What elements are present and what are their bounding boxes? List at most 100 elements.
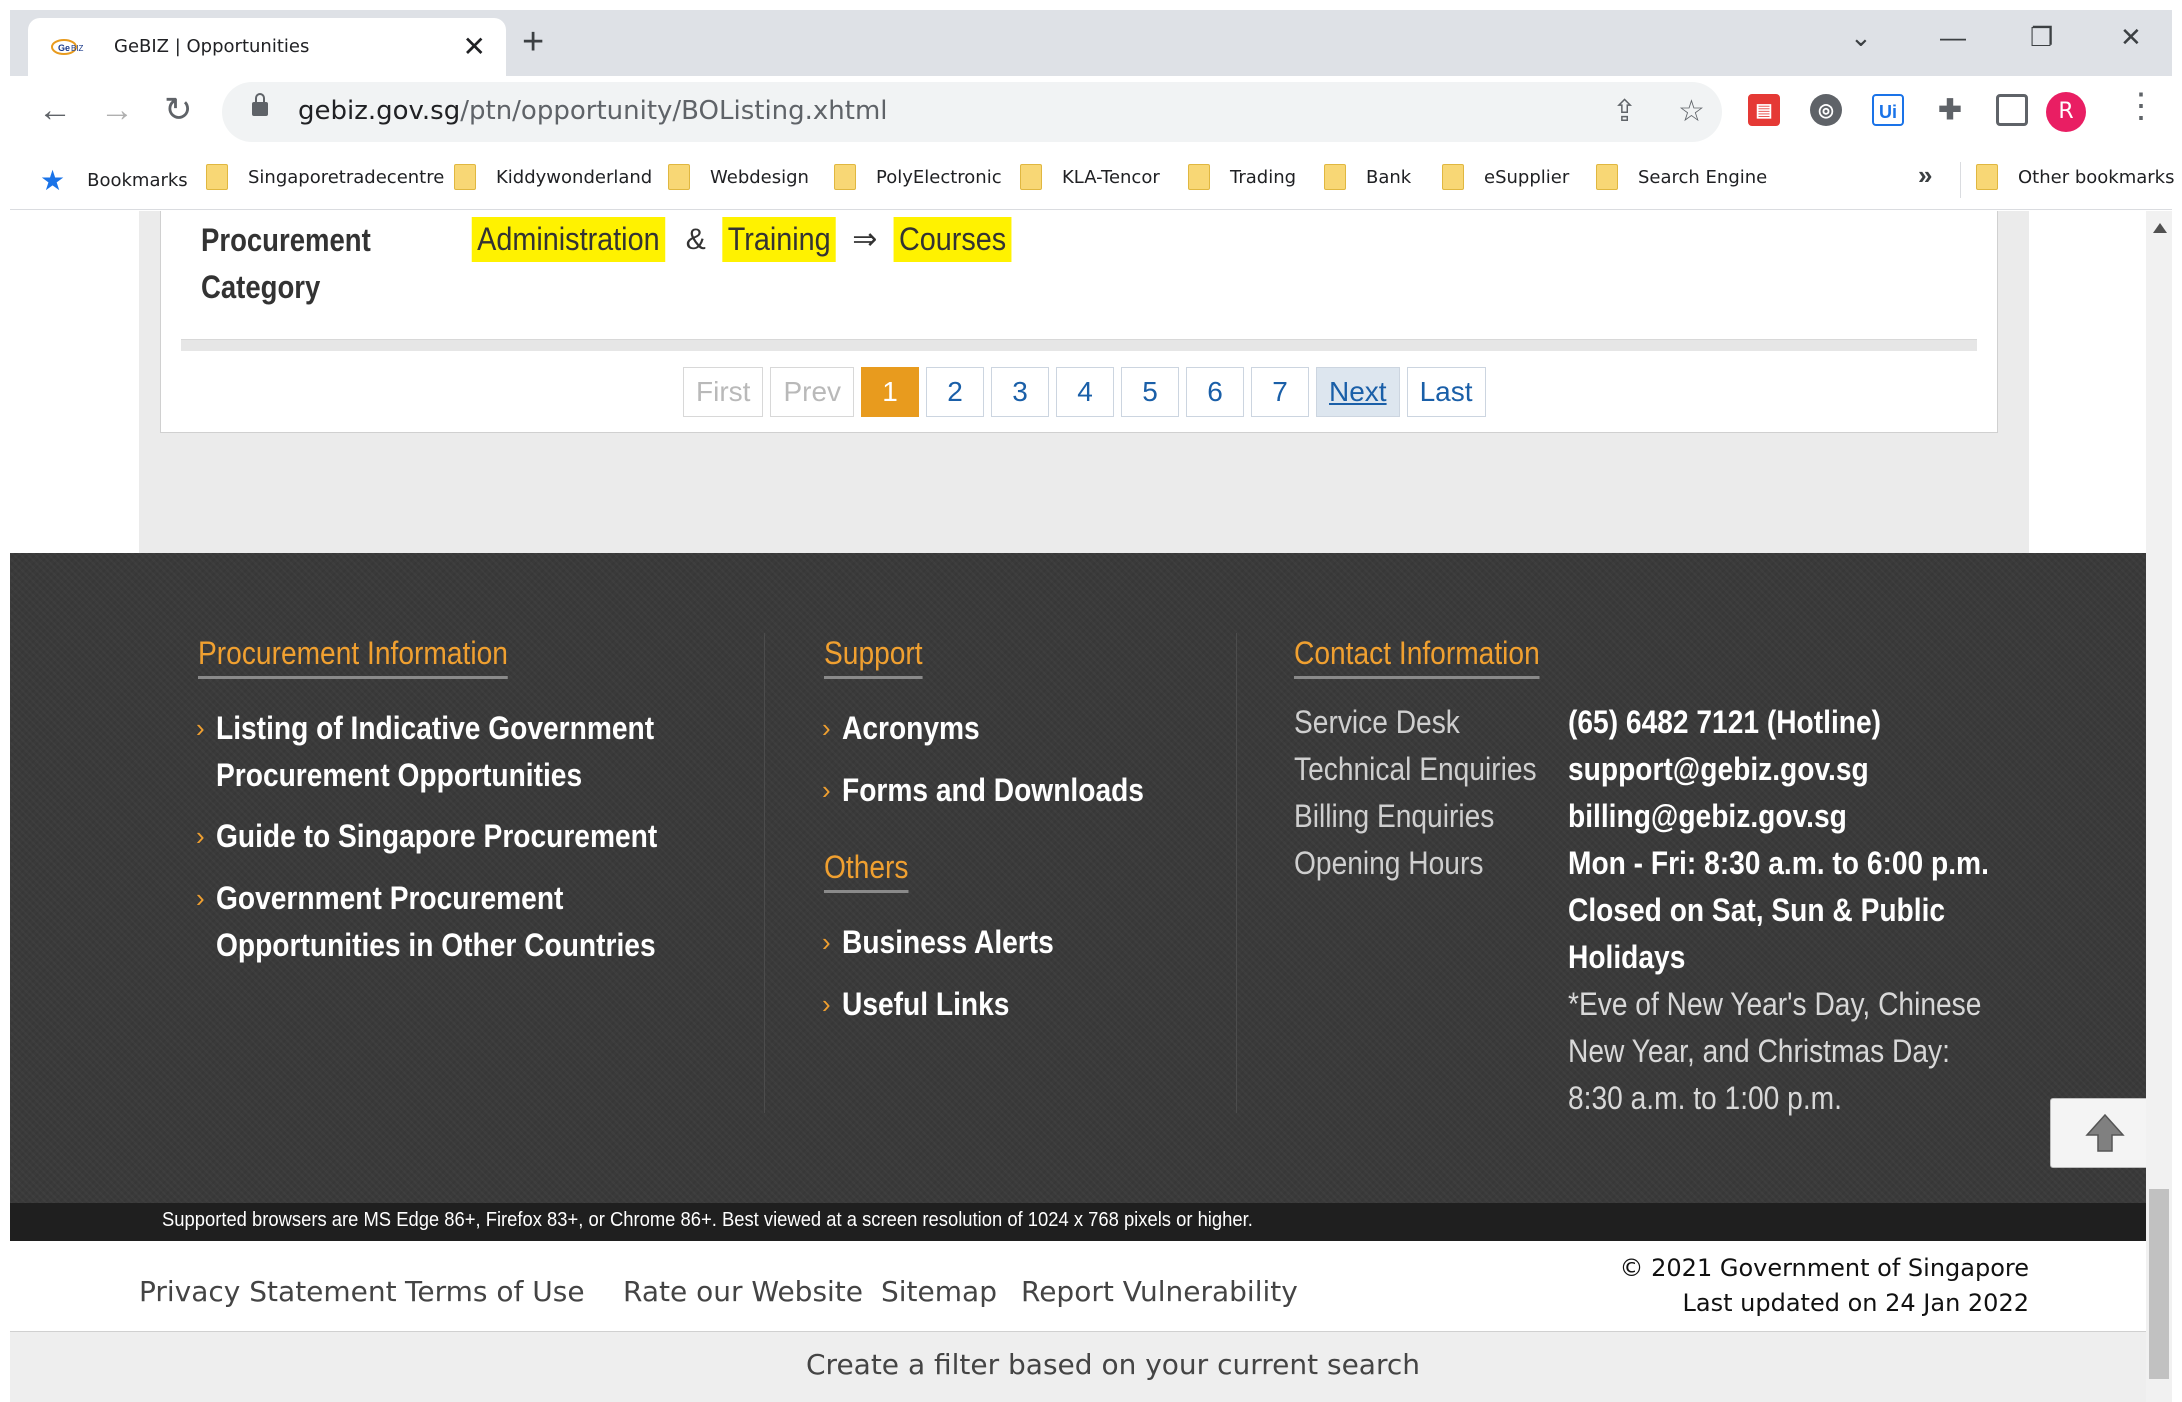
share-icon[interactable]: ⇪	[1612, 94, 1637, 129]
bookmarks-divider	[1960, 162, 1961, 198]
folder-icon	[1324, 164, 1346, 190]
category-term: Courses	[893, 217, 1012, 262]
profile-avatar[interactable]: R	[2046, 92, 2086, 132]
pagination-last-button[interactable]: Last	[1406, 367, 1486, 417]
footer-link-useful-links[interactable]: Useful Links	[842, 981, 1009, 1028]
pagination: First Prev 1 2 3 4 5 6 7 Next Last	[683, 367, 1493, 417]
pagination-prev-button[interactable]: Prev	[770, 367, 855, 417]
reload-button[interactable]: ↻	[164, 90, 193, 130]
folder-icon	[454, 164, 476, 190]
footer-heading-procurement: Procurement Information	[198, 635, 508, 679]
browser-tab[interactable]: Ge BIZ GeBIZ | Opportunities ✕	[28, 18, 506, 76]
tab-strip: Ge BIZ GeBIZ | Opportunities ✕ + ⌄ — ❐ ✕	[10, 10, 2172, 76]
chevron-right-icon: ›	[822, 775, 831, 805]
bookmark-bookmarks[interactable]: ★ Bookmarks	[40, 164, 188, 197]
copyright-block: © 2021 Government of Singapore Last upda…	[1620, 1251, 2029, 1321]
footer-link-business-alerts[interactable]: Business Alerts	[842, 919, 1054, 966]
bookmark-folder[interactable]: Singaporetradecentre	[206, 164, 444, 190]
forward-button[interactable]: →	[100, 90, 134, 130]
pagination-first-button[interactable]: First	[683, 367, 764, 417]
category-separator: &	[685, 222, 706, 256]
scroll-up-arrow-icon[interactable]	[2153, 223, 2167, 233]
lock-icon[interactable]	[252, 93, 268, 116]
new-tab-button[interactable]: +	[522, 22, 544, 62]
arrow-up-icon	[2085, 1113, 2125, 1152]
chevron-right-icon: ›	[822, 713, 831, 743]
bookmark-star-icon[interactable]: ☆	[1678, 94, 1705, 129]
pagination-page-button[interactable]: 1	[861, 367, 920, 417]
back-button[interactable]: ←	[38, 90, 72, 130]
pagination-next-button[interactable]: Next	[1316, 367, 1400, 417]
bookmark-folder[interactable]: Webdesign	[668, 164, 809, 190]
pagination-page-button[interactable]: 6	[1186, 367, 1245, 417]
footer-heading-contact: Contact Information	[1294, 635, 1540, 679]
bookmark-folder[interactable]: Kiddywonderland	[454, 164, 652, 190]
address-bar[interactable]: gebiz.gov.sg/ptn/opportunity/BOListing.x…	[222, 82, 1722, 142]
url-text[interactable]: gebiz.gov.sg/ptn/opportunity/BOListing.x…	[298, 96, 888, 126]
pagination-page-button[interactable]: 7	[1251, 367, 1310, 417]
bookmark-folder[interactable]: Trading	[1188, 164, 1296, 190]
scrollbar-thumb[interactable]	[2149, 1189, 2169, 1379]
opportunity-panel: Procurement Category Administration & Tr…	[160, 211, 1998, 433]
back-to-top-button[interactable]	[2050, 1098, 2158, 1168]
uipath-extension-icon[interactable]: Ui	[1872, 94, 1904, 126]
restore-button[interactable]: ❐	[2030, 22, 2053, 53]
bookmark-folder[interactable]: KLA-Tencor	[1020, 164, 1160, 190]
pagination-page-button[interactable]: 2	[926, 367, 985, 417]
footer-column-divider	[1236, 633, 1237, 1113]
footer-link-forms-downloads[interactable]: Forms and Downloads	[842, 767, 1144, 814]
pdf-extension-icon[interactable]: ▤	[1748, 94, 1780, 126]
footer-heading-support: Support	[824, 635, 923, 679]
contact-label-technical: Technical Enquiries	[1294, 751, 1537, 787]
chevron-right-icon: ›	[822, 927, 831, 957]
contact-label-service-desk: Service Desk	[1294, 704, 1460, 740]
footer-link-other-countries[interactable]: Government Procurement Opportunities in O…	[216, 875, 656, 969]
side-panel-icon[interactable]	[1996, 94, 2028, 126]
chevron-right-icon: ›	[822, 989, 831, 1019]
tab-close-icon[interactable]: ✕	[463, 30, 486, 63]
folder-icon	[1020, 164, 1042, 190]
folder-icon	[1442, 164, 1464, 190]
contact-value-support-email[interactable]: support@gebiz.gov.sg	[1568, 746, 1869, 793]
browser-menu-icon[interactable]: ⋮	[2124, 86, 2158, 126]
supported-browsers-text: Supported browsers are MS Edge 86+, Fire…	[162, 1209, 1253, 1231]
footer-link-sitemap[interactable]: Sitemap	[881, 1275, 997, 1308]
chevron-right-icon: ›	[196, 821, 205, 851]
contact-label-billing: Billing Enquiries	[1294, 798, 1495, 834]
pagination-page-button[interactable]: 3	[991, 367, 1050, 417]
contact-label-opening-hours: Opening Hours	[1294, 845, 1484, 881]
tab-search-icon[interactable]: ⌄	[1850, 22, 1872, 53]
create-filter-bar[interactable]: Create a filter based on your current se…	[10, 1331, 2146, 1402]
extension-icon[interactable]: ◎	[1810, 94, 1842, 126]
bookmarks-overflow-icon[interactable]: »	[1918, 160, 1932, 191]
folder-icon	[1188, 164, 1210, 190]
other-bookmarks[interactable]: Other bookmarks	[1976, 164, 2174, 190]
procurement-category-value: Administration & Training ⇒ Courses	[461, 217, 1018, 262]
bookmarks-bar: ★ Bookmarks Singaporetradecentre Kiddywon…	[10, 150, 2174, 210]
create-filter-label: Create a filter based on your current se…	[806, 1348, 1421, 1381]
bookmark-folder[interactable]: Search Engine	[1596, 164, 1767, 190]
chevron-right-icon: ›	[196, 713, 205, 743]
footer-link-privacy[interactable]: Privacy Statement	[139, 1275, 397, 1308]
footer-link-rate-website[interactable]: Rate our Website	[623, 1275, 863, 1308]
footer-link-terms[interactable]: Terms of Use	[405, 1275, 585, 1308]
bookmark-folder[interactable]: PolyElectronic	[834, 164, 1002, 190]
copyright-text: © 2021 Government of Singapore	[1619, 1254, 2029, 1282]
contact-value-billing-email[interactable]: billing@gebiz.gov.sg	[1568, 793, 1847, 840]
footer-link-indicative-procurement[interactable]: Listing of Indicative Government Procurem…	[216, 705, 654, 799]
page-scrollbar[interactable]	[2146, 211, 2172, 1402]
footer-link-acronyms[interactable]: Acronyms	[842, 705, 980, 752]
close-window-button[interactable]: ✕	[2120, 22, 2142, 53]
extensions-puzzle-icon[interactable]: ✚	[1934, 94, 1966, 126]
bookmark-folder[interactable]: Bank	[1324, 164, 1411, 190]
pagination-page-button[interactable]: 4	[1056, 367, 1115, 417]
minimize-button[interactable]: —	[1940, 22, 1966, 53]
footer-link-guide-procurement[interactable]: Guide to Singapore Procurement	[216, 813, 657, 860]
pagination-page-button[interactable]: 5	[1121, 367, 1180, 417]
bookmark-folder[interactable]: eSupplier	[1442, 164, 1569, 190]
star-icon: ★	[40, 164, 66, 197]
footer-link-report-vulnerability[interactable]: Report Vulnerability	[1021, 1275, 1298, 1308]
browser-toolbar: ← → ↻ gebiz.gov.sg/ptn/opportunity/BOLis…	[10, 76, 2172, 150]
results-divider	[181, 339, 1977, 351]
tab-title: GeBIZ | Opportunities	[114, 36, 310, 57]
